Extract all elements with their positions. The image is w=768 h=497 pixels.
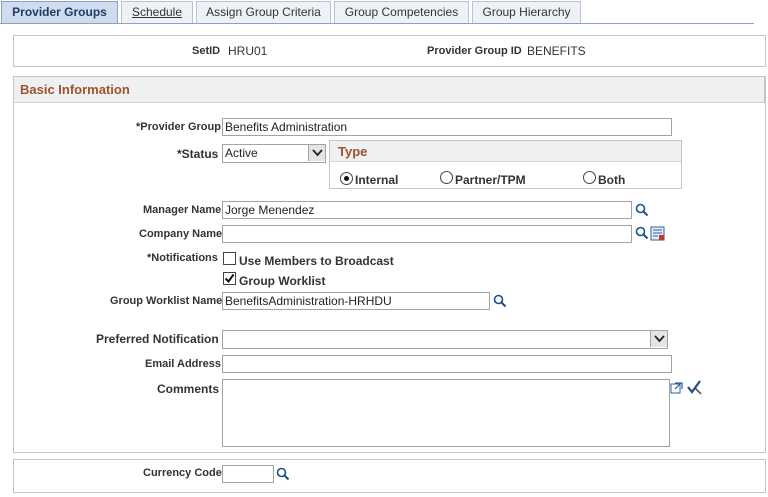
basic-information-header: Basic Information [13,76,765,103]
basic-information-title: Basic Information [20,82,130,97]
notifications-label: *Notifications [147,252,218,264]
type-internal-label: Internal [355,173,399,187]
company-detail-icon[interactable] [650,226,665,241]
company-name-input[interactable] [222,225,632,243]
broadcast-label: Use Members to Broadcast [239,254,394,268]
company-lookup-search-icon[interactable] [635,226,649,240]
type-partner-label: Partner/TPM [455,173,526,187]
tab-underline [0,23,754,24]
group-worklist-checkbox[interactable] [223,272,236,285]
tab-assign-group-criteria[interactable]: Assign Group Criteria [196,1,331,23]
comments-label: Comments [157,382,220,396]
type-internal-radio[interactable] [340,172,353,185]
preferred-notification-select[interactable] [222,330,668,349]
provider-group-id-label: Provider Group ID [427,45,522,57]
worklist-lookup-search-icon[interactable] [493,294,507,308]
type-group-box: Type Internal Partner/TPM Both [329,140,682,189]
manager-name-label: Manager Name [143,204,222,216]
status-select[interactable]: Active [222,144,326,163]
group-worklist-name-input[interactable]: BenefitsAdministration-HRHDU [222,292,490,310]
chevron-down-icon [654,335,665,343]
status-dropdown-button[interactable] [308,145,325,161]
currency-code-label: Currency Code [143,467,222,479]
provider-group-label: *Provider Group [136,121,221,133]
tab-group-competencies[interactable]: Group Competencies [334,1,469,23]
provider-group-input[interactable]: Benefits Administration [222,118,672,136]
type-both-radio[interactable] [583,171,596,184]
spell-check-icon[interactable] [686,379,702,395]
preferred-notification-dropdown-button[interactable] [650,331,667,347]
currency-box: Currency Code [13,459,766,493]
provider-group-id-value: BENEFITS [527,44,586,58]
type-header: Type [330,141,681,162]
tab-schedule[interactable]: Schedule [121,1,193,23]
preferred-notification-label: Preferred Notification [96,332,219,346]
chevron-down-icon [312,149,323,157]
setid-value: HRU01 [228,44,268,58]
company-name-label: Company Name [139,228,223,240]
tab-bar: Provider Groups Schedule Assign Group Cr… [0,0,768,24]
currency-lookup-search-icon[interactable] [276,467,290,481]
type-partner-radio[interactable] [440,171,453,184]
email-address-input[interactable] [222,355,672,373]
checkmark-icon [224,273,235,284]
group-worklist-name-label: Group Worklist Name [110,295,223,307]
manager-lookup-search-icon[interactable] [635,203,649,217]
status-value: Active [225,146,258,160]
manager-name-input[interactable]: Jorge Menendez [222,201,632,219]
group-worklist-label: Group Worklist [239,274,326,288]
type-both-label: Both [598,173,626,187]
expand-text-icon[interactable] [670,380,684,394]
type-title: Type [338,144,368,159]
email-address-label: Email Address [145,358,222,370]
setid-label: SetID [192,45,221,57]
tab-group-hierarchy[interactable]: Group Hierarchy [472,1,581,23]
key-fields-box: SetID HRU01 Provider Group ID BENEFITS [13,35,766,67]
comments-textarea[interactable] [222,379,670,447]
broadcast-checkbox[interactable] [223,252,236,265]
status-label: *Status [177,147,219,161]
tab-provider-groups[interactable]: Provider Groups [1,1,118,23]
currency-code-input[interactable] [222,465,274,483]
